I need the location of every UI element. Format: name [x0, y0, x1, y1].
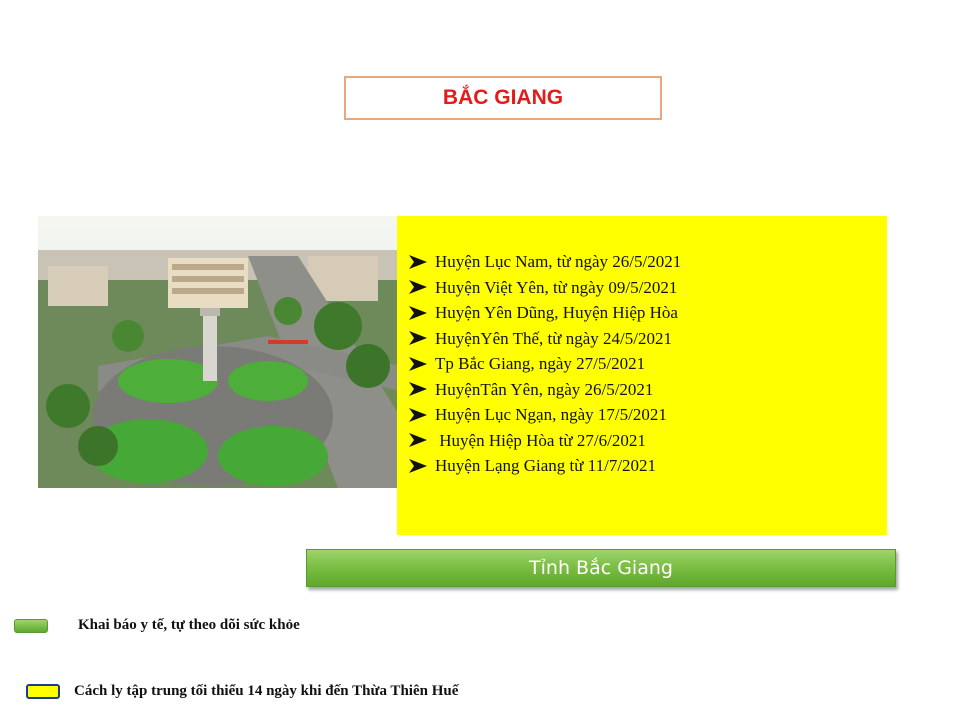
arrow-bullet-icon — [409, 382, 427, 397]
district-list: Huyện Lục Nam, từ ngày 26/5/2021 Huyện V… — [409, 249, 681, 479]
district-text: Huyện Lục Ngạn, ngày 17/5/2021 — [435, 405, 667, 424]
arrow-bullet-icon — [409, 331, 427, 346]
province-label-bar: Tỉnh Bắc Giang — [306, 549, 896, 587]
quarantine-area-panel: Huyện Lục Nam, từ ngày 26/5/2021 Huyện V… — [397, 216, 887, 535]
district-text: Huyện Yên Dũng, Huyện Hiệp Hòa — [435, 303, 678, 322]
list-item: HuyệnTân Yên, ngày 26/5/2021 — [409, 377, 681, 403]
legend-swatch-yellow — [26, 684, 60, 699]
title-box: BẮC GIANG — [344, 76, 662, 120]
list-item: Huyện Lục Ngạn, ngày 17/5/2021 — [409, 402, 681, 428]
list-item: Huyện Yên Dũng, Huyện Hiệp Hòa — [409, 300, 681, 326]
arrow-bullet-icon — [409, 433, 427, 448]
arrow-bullet-icon — [409, 305, 427, 320]
city-aerial-photo — [38, 216, 400, 488]
district-text: Huyện Lạng Giang từ 11/7/2021 — [435, 456, 657, 475]
district-text: Tp Bắc Giang, ngày 27/5/2021 — [435, 354, 646, 373]
legend-text-yellow: Cách ly tập trung tối thiểu 14 ngày khi … — [74, 683, 459, 699]
province-label: Tỉnh Bắc Giang — [529, 557, 673, 579]
district-text: Huyện Việt Yên, từ ngày 09/5/2021 — [435, 277, 678, 297]
list-item: Huyện Lục Nam, từ ngày 26/5/2021 — [409, 249, 681, 275]
city-photo-illustration — [38, 216, 400, 488]
list-item: HuyệnYên Thế, từ ngày 24/5/2021 — [409, 326, 681, 352]
district-text: Huyện Lục Nam, từ ngày 26/5/2021 — [435, 252, 682, 271]
legend-text-green: Khai báo y tế, tự theo dõi sức khỏe — [78, 617, 300, 633]
arrow-bullet-icon — [409, 254, 427, 269]
arrow-bullet-icon — [409, 458, 427, 473]
list-item: Huyện Lạng Giang từ 11/7/2021 — [409, 453, 681, 479]
page-title: BẮC GIANG — [442, 86, 564, 109]
district-text: Huyện Hiệp Hòa từ 27/6/2021 — [435, 430, 646, 450]
arrow-bullet-icon — [409, 280, 427, 295]
list-item: Huyện Việt Yên, từ ngày 09/5/2021 — [409, 275, 681, 301]
legend-swatch-green — [14, 619, 48, 633]
arrow-bullet-icon — [409, 356, 427, 371]
district-text: HuyệnTân Yên, ngày 26/5/2021 — [435, 379, 654, 399]
district-text: HuyệnYên Thế, từ ngày 24/5/2021 — [435, 328, 672, 348]
list-item: Huyện Hiệp Hòa từ 27/6/2021 — [409, 428, 681, 454]
list-item: Tp Bắc Giang, ngày 27/5/2021 — [409, 351, 681, 377]
arrow-bullet-icon — [409, 407, 427, 422]
